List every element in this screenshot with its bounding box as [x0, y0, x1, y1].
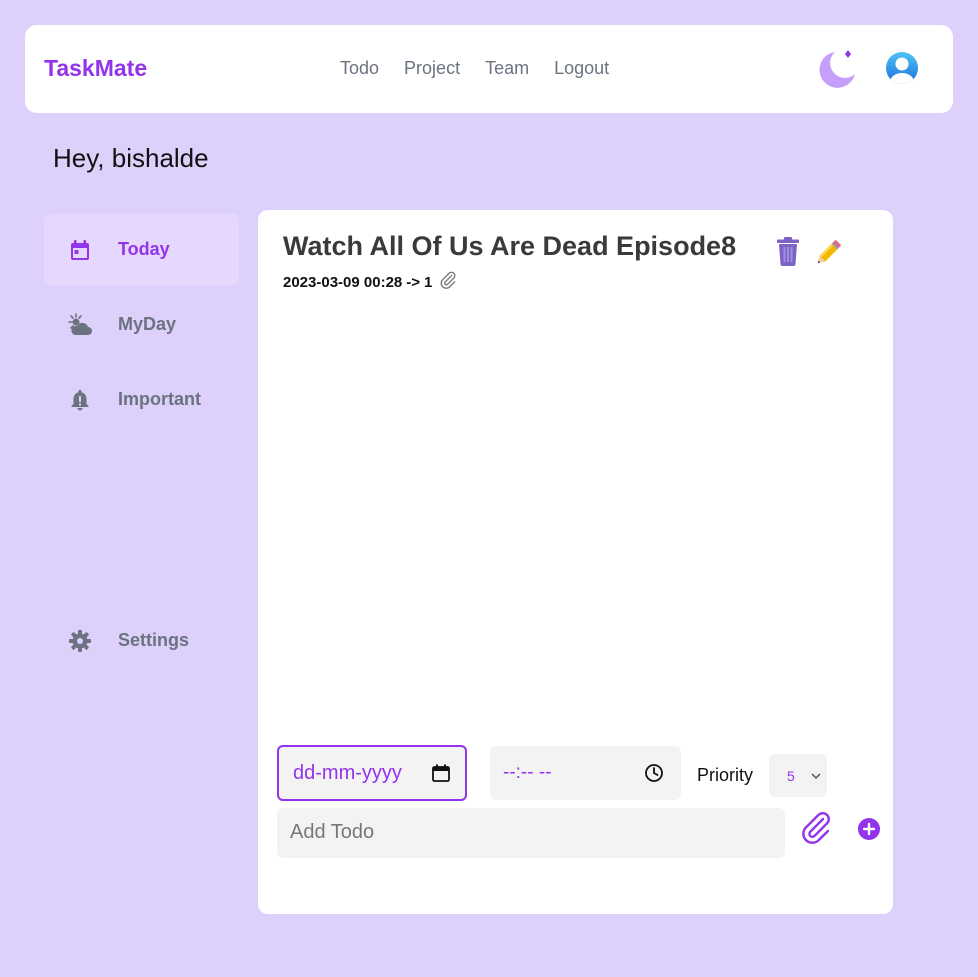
todo-meta: 2023-03-09 00:28 -> 1 [283, 270, 458, 292]
add-circle-icon[interactable] [858, 818, 880, 840]
todo-arrow: -> [406, 273, 421, 291]
navbar: TaskMate Todo Project Team Logout [25, 25, 953, 113]
brand-logo[interactable]: TaskMate [44, 55, 147, 82]
priority-value: 5 [787, 768, 795, 784]
sidebar-item-label: Today [118, 239, 170, 259]
sidebar-item-label: Important [118, 389, 201, 409]
priority-label: Priority [697, 765, 754, 785]
trash-icon[interactable] [776, 236, 800, 266]
calendar-picker-icon[interactable] [431, 763, 451, 783]
add-todo-placeholder: Add Todo [290, 821, 375, 843]
greeting: Hey, bishalde [53, 143, 209, 173]
sidebar-item-label: Settings [118, 630, 190, 650]
moon-icon[interactable] [815, 47, 859, 91]
sidebar-item-settings[interactable]: Settings [44, 605, 239, 676]
clock-icon[interactable] [644, 763, 664, 783]
pencil-icon[interactable] [815, 236, 845, 266]
date-input[interactable]: dd-mm-yyyy [277, 745, 467, 801]
attachment-icon[interactable] [798, 810, 834, 846]
sidebar-item-myday[interactable]: MyDay [44, 289, 239, 360]
sun-cloud-icon [68, 313, 92, 335]
nav-link-todo[interactable]: Todo [340, 58, 379, 79]
sidebar-item-label: MyDay [118, 314, 177, 334]
time-input[interactable]: --:-- -- [490, 746, 681, 800]
todo-datetime: 2023-03-09 00:28 [283, 273, 403, 291]
sidebar-item-today[interactable]: Today [44, 214, 239, 285]
todo-panel: Watch All Of Us Are Dead Episode8 2023-0… [258, 210, 893, 914]
priority-select[interactable]: 5 [769, 754, 827, 797]
add-todo-input[interactable]: Add Todo [277, 808, 785, 858]
date-placeholder: dd-mm-yyyy [293, 762, 402, 784]
calendar-icon [71, 240, 89, 260]
sidebar-item-important[interactable]: Important [44, 364, 239, 435]
todo-priority: 1 [424, 273, 433, 291]
nav-link-team[interactable]: Team [485, 58, 529, 79]
gear-icon [69, 630, 91, 652]
nav-link-project[interactable]: Project [404, 58, 460, 79]
paperclip-icon[interactable] [438, 270, 458, 290]
todo-title: Watch All Of Us Are Dead Episode8 [283, 231, 737, 261]
user-avatar-icon[interactable] [885, 51, 919, 85]
nav-links: Todo Project Team Logout [340, 58, 634, 79]
chevron-down-icon [811, 773, 821, 780]
bell-icon [71, 390, 89, 411]
nav-link-logout[interactable]: Logout [554, 58, 609, 79]
time-placeholder: --:-- -- [503, 762, 552, 783]
